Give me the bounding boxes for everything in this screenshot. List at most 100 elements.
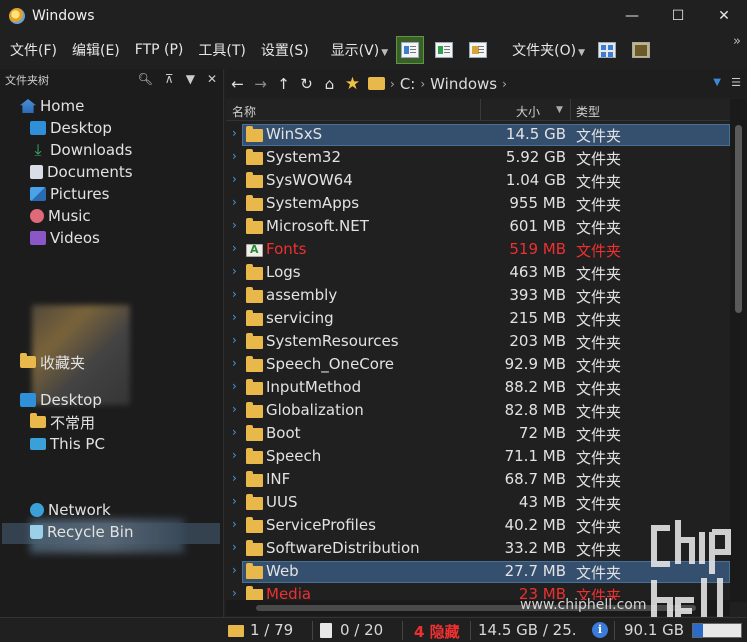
maximize-button[interactable]: ☐ xyxy=(655,0,701,32)
address-menu-icon[interactable]: ☰ xyxy=(731,76,741,89)
expand-chevron-icon[interactable]: › xyxy=(232,195,237,209)
layout-preview-button[interactable] xyxy=(430,36,458,64)
file-icon xyxy=(320,623,332,638)
expand-chevron-icon[interactable]: › xyxy=(232,149,237,163)
breadcrumb-separator-icon[interactable]: › xyxy=(390,77,395,91)
expand-chevron-icon[interactable]: › xyxy=(232,540,237,554)
menu-folder[interactable]: 文件夹(O) ▼ xyxy=(507,40,590,60)
vertical-scroll-thumb[interactable] xyxy=(735,125,742,313)
file-row[interactable]: › Microsoft.NET 601 MB 文件夹 xyxy=(226,215,730,238)
column-divider[interactable] xyxy=(570,99,571,121)
column-name[interactable]: 名称 xyxy=(232,103,256,120)
layout-thumbnail-button[interactable] xyxy=(464,36,492,64)
tree-item-pictures[interactable]: Pictures xyxy=(30,183,109,205)
window-controls: — ☐ ✕ xyxy=(609,0,747,32)
toolbar-overflow-button[interactable]: » xyxy=(733,34,741,49)
dual-pane-button[interactable] xyxy=(627,36,655,64)
menu-settings[interactable]: 设置(S) xyxy=(256,40,314,60)
file-row[interactable]: › SysWOW64 1.04 GB 文件夹 xyxy=(226,169,730,192)
breadcrumb-drive[interactable]: C: xyxy=(400,75,416,93)
tree-item-desktop-root[interactable]: Desktop xyxy=(20,389,102,411)
refresh-button[interactable]: ↻ xyxy=(295,72,318,96)
tree-item-this-pc[interactable]: This PC xyxy=(30,433,105,455)
breadcrumb-folder[interactable]: Windows xyxy=(430,75,497,93)
close-icon[interactable]: ✕ xyxy=(207,72,217,86)
minimize-button[interactable]: — xyxy=(609,0,655,32)
file-row[interactable]: › InputMethod 88.2 MB 文件夹 xyxy=(226,376,730,399)
expand-chevron-icon[interactable]: › xyxy=(232,218,237,232)
menu-file[interactable]: 文件(F) xyxy=(5,40,62,60)
tree-item-favorites[interactable]: 收藏夹 xyxy=(20,351,85,373)
tree-item-documents[interactable]: Documents xyxy=(30,161,133,183)
expand-chevron-icon[interactable]: › xyxy=(232,402,237,416)
file-row[interactable]: › Logs 463 MB 文件夹 xyxy=(226,261,730,284)
file-row[interactable]: › Boot 72 MB 文件夹 xyxy=(226,422,730,445)
folder-icon xyxy=(246,287,263,303)
expand-chevron-icon[interactable]: › xyxy=(232,126,237,140)
close-button[interactable]: ✕ xyxy=(701,0,747,32)
up-button[interactable]: ↑ xyxy=(272,72,295,96)
breadcrumb-separator-icon[interactable]: › xyxy=(420,77,425,91)
favorites-star-icon[interactable]: ★ xyxy=(341,72,364,96)
chevron-down-icon[interactable]: ▼ xyxy=(186,72,195,86)
menu-tools[interactable]: 工具(T) xyxy=(193,40,250,60)
tree-item-videos[interactable]: Videos xyxy=(30,227,100,249)
tree-item-desktop[interactable]: Desktop xyxy=(30,117,112,139)
tree-item-downloads[interactable]: ⤓ Downloads xyxy=(30,139,132,161)
expand-chevron-icon[interactable]: › xyxy=(232,448,237,462)
folder-icon xyxy=(246,149,263,165)
folder-icon xyxy=(246,264,263,280)
menu-edit[interactable]: 编辑(E) xyxy=(67,40,125,60)
file-row[interactable]: › INF 68.7 MB 文件夹 xyxy=(226,468,730,491)
file-row[interactable]: › Fonts 519 MB 文件夹 xyxy=(226,238,730,261)
tree-item-recycle-bin[interactable]: Recycle Bin xyxy=(30,521,133,543)
tree-item-infrequent[interactable]: 不常用 xyxy=(30,411,95,433)
address-history-dropdown[interactable]: ▼ xyxy=(713,77,721,88)
breadcrumb-separator-icon[interactable]: › xyxy=(502,77,507,91)
column-divider[interactable] xyxy=(480,99,481,121)
menu-ftp[interactable]: FTP (P) xyxy=(130,42,189,58)
folder-icon xyxy=(246,402,263,418)
back-button[interactable]: ← xyxy=(226,72,249,96)
forward-button[interactable]: → xyxy=(249,72,272,96)
expand-chevron-icon[interactable]: › xyxy=(232,563,237,577)
menu-view[interactable]: 显示(V) ▼ xyxy=(326,40,393,60)
expand-chevron-icon[interactable]: › xyxy=(232,172,237,186)
layout-details-button[interactable] xyxy=(396,36,425,64)
file-row[interactable]: › assembly 393 MB 文件夹 xyxy=(226,284,730,307)
file-row[interactable]: › SystemApps 955 MB 文件夹 xyxy=(226,192,730,215)
expand-chevron-icon[interactable]: › xyxy=(232,310,237,324)
expand-chevron-icon[interactable]: › xyxy=(232,241,237,255)
file-row[interactable]: › Speech_OneCore 92.9 MB 文件夹 xyxy=(226,353,730,376)
file-row[interactable]: › UUS 43 MB 文件夹 xyxy=(226,491,730,514)
tree-item-home[interactable]: Home xyxy=(20,95,84,117)
expand-chevron-icon[interactable]: › xyxy=(232,333,237,347)
file-row[interactable]: › System32 5.92 GB 文件夹 xyxy=(226,146,730,169)
tree-item-music[interactable]: Music xyxy=(30,205,91,227)
expand-chevron-icon[interactable]: › xyxy=(232,379,237,393)
expand-chevron-icon[interactable]: › xyxy=(232,264,237,278)
grid-view-button[interactable] xyxy=(593,36,621,64)
file-size: 14.5 GB xyxy=(505,125,566,143)
expand-chevron-icon[interactable]: › xyxy=(232,517,237,531)
file-row[interactable]: › SystemResources 203 MB 文件夹 xyxy=(226,330,730,353)
expand-chevron-icon[interactable]: › xyxy=(232,494,237,508)
expand-chevron-icon[interactable]: › xyxy=(232,425,237,439)
expand-chevron-icon[interactable]: › xyxy=(232,356,237,370)
file-row[interactable]: › WinSxS 14.5 GB 文件夹 xyxy=(226,123,730,146)
file-row[interactable]: › Globalization 82.8 MB 文件夹 xyxy=(226,399,730,422)
info-icon[interactable]: i xyxy=(592,622,608,638)
home-button[interactable]: ⌂ xyxy=(318,72,341,96)
expand-chevron-icon[interactable]: › xyxy=(232,287,237,301)
expand-chevron-icon[interactable]: › xyxy=(232,471,237,485)
status-bar: 1 / 79 0 / 20 4 隐藏 14.5 GB / 25. i 90.1 … xyxy=(0,617,747,642)
expand-chevron-icon[interactable]: › xyxy=(232,586,237,600)
column-type[interactable]: 类型 xyxy=(576,103,600,120)
pin-icon[interactable]: ⊼ xyxy=(165,72,174,86)
tree-item-network[interactable]: Network xyxy=(30,499,111,521)
file-row[interactable]: › servicing 215 MB 文件夹 xyxy=(226,307,730,330)
hidden-count[interactable]: 4 隐藏 xyxy=(414,621,460,642)
column-size[interactable]: 大小 xyxy=(516,103,540,120)
search-icon[interactable]: 🔍︎ xyxy=(138,72,153,86)
file-row[interactable]: › Speech 71.1 MB 文件夹 xyxy=(226,445,730,468)
